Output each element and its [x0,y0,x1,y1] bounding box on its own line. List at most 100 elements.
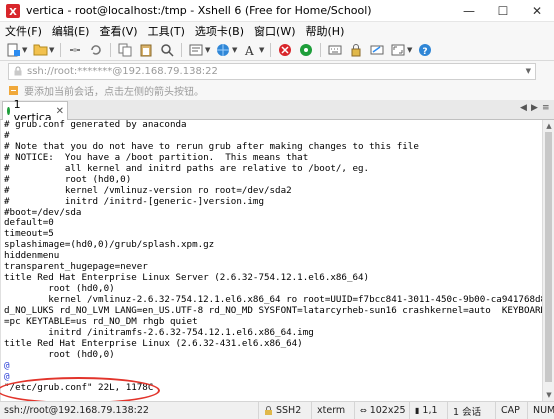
disconnect-icon[interactable] [66,42,84,58]
cursor-position-icon: ▮ [415,406,420,415]
folder-open-icon[interactable] [31,42,49,58]
terminal-line: # Note that you do not have to rerun gru… [4,141,419,152]
new-session-icon[interactable] [4,42,22,58]
terminal-line: title Red Hat Enterprise Linux (2.6.32-4… [4,338,303,349]
copy-icon[interactable] [116,42,134,58]
chevron-down-icon[interactable]: ▼ [205,46,211,54]
status-bar: ssh://root@192.168.79.138:22 SSH2 xterm … [0,401,554,419]
terminal-screen[interactable]: # grub.conf generated by anaconda # # Note… [0,120,554,401]
globe-icon[interactable] [214,42,232,58]
close-icon[interactable]: ✕ [56,106,64,117]
vertical-scrollbar[interactable]: ▲ ▼ [542,120,554,401]
menu-file[interactable]: 文件(F) [0,23,47,39]
terminal-line: #boot=/dev/sda [4,207,82,218]
terminal-line: title Red Hat Enterprise Linux Server (2… [4,273,370,284]
terminal-line: root (hd0,0) [4,349,115,360]
toolbar-divider [270,42,271,57]
properties-icon[interactable] [187,42,205,58]
minimize-button[interactable]: — [452,0,486,22]
menu-window[interactable]: 窗口(W) [249,23,300,39]
menu-view[interactable]: 查看(V) [94,23,142,39]
connection-status-icon [7,107,10,115]
terminal-line: # initrd /initrd-[generic-]version.img [4,196,264,207]
keyboard-icon[interactable] [326,42,344,58]
toolbar: ▼ ▼ ▼ ▼ A ▼ ▼ ? [0,39,554,61]
title-bar: X vertica - root@localhost:/tmp - Xshell… [0,0,554,22]
lock-icon[interactable] [347,42,365,58]
terminal-line: =pc KEYTABLE=us rd_NO_DM rhgb quiet [4,316,198,327]
tab-bar: 1 vertica ✕ ◀ ▶ ≡ [0,98,554,124]
terminal-line: # kernel /vmlinuz-version ro root=/dev/s… [4,185,292,196]
tab-vertica[interactable]: 1 vertica ✕ [2,98,68,124]
toolbar-divider [320,42,321,57]
terminal-line: transparent_hugepage=never [4,262,148,273]
chevron-down-icon[interactable]: ▼ [526,67,531,75]
chevron-left-icon[interactable]: ◀ [520,103,527,113]
terminal-line: # [4,130,10,141]
session-note-text: 要添加当前会话，点击左侧的箭头按钮。 [24,87,204,98]
svg-text:?: ? [422,47,427,57]
status-term: xterm [311,401,354,419]
terminal-line: # NOTICE: You have a /boot partition. Th… [4,152,309,163]
svg-text:X: X [9,7,17,18]
address-input[interactable]: ssh://root:*******@192.168.79.138:22 ▼ [8,62,536,80]
terminal-line: # grub.conf generated by anaconda [4,120,187,130]
status-size-text: 102x25 [369,405,406,416]
terminal-line: "/etc/grub.conf" 22L, 1178C [4,382,154,393]
status-sessions-text: 1 会话 [453,406,482,418]
fullscreen-icon[interactable] [389,42,407,58]
menu-bar: 文件(F) 编辑(E) 查看(V) 工具(T) 选项卡(B) 窗口(W) 帮助(… [0,22,554,39]
status-caps-text: CAP [501,405,520,416]
font-icon[interactable]: A [241,42,259,58]
terminal-line: hiddenmenu [4,251,60,262]
status-term-text: xterm [317,405,346,416]
find-icon[interactable] [158,42,176,58]
paste-icon[interactable] [137,42,155,58]
terminal-line: # root (hd0,0) [4,174,132,185]
compose-icon[interactable] [368,42,386,58]
terminal-line: d_NO_LUKS rd_NO_LVM LANG=en_US.UTF-8 rd_… [4,305,554,316]
status-num: NUM [527,401,554,419]
menu-tab[interactable]: 选项卡(B) [190,23,249,39]
chevron-down-icon[interactable]: ▼ [232,46,238,54]
scroll-down-icon[interactable]: ▼ [543,389,554,401]
chevron-right-icon[interactable]: ▶ [531,103,538,113]
menu-edit[interactable]: 编辑(E) [47,23,95,39]
scroll-up-icon[interactable]: ▲ [543,120,554,132]
chevron-down-icon[interactable]: ▼ [407,46,413,54]
window-title: vertica - root@localhost:/tmp - Xshell 6… [26,4,372,17]
terminal-line: kernel /vmlinuz-2.6.32-754.12.1.el6.x86_… [4,295,554,305]
status-cursor-text: 1,1 [422,405,438,416]
status-connection-text: ssh://root@192.168.79.138:22 [4,405,149,416]
toolbar-divider [110,42,111,57]
maximize-button[interactable]: ☐ [486,0,520,22]
close-button[interactable]: ✕ [520,0,554,22]
lock-icon [265,406,272,415]
terminal-line: splashimage=(hd0,0)/grub/splash.xpm.gz [4,240,215,251]
reconnect-icon[interactable] [87,42,105,58]
tab-menu-icon[interactable]: ≡ [542,103,550,113]
chevron-down-icon[interactable]: ▼ [259,46,265,54]
chevron-down-icon[interactable]: ▼ [22,46,28,54]
address-text: ssh://root:*******@192.168.79.138:22 [27,65,218,77]
lock-icon [14,66,22,76]
terminal-output: # grub.conf generated by anaconda # # Note… [1,120,554,393]
chevron-down-icon[interactable]: ▼ [49,46,55,54]
menu-tools[interactable]: 工具(T) [143,23,190,39]
status-protocol-text: SSH2 [276,405,302,416]
toolbar-divider [60,42,61,57]
xftp-icon[interactable] [276,42,294,58]
toolbar-divider [181,42,182,57]
menu-help[interactable]: 帮助(H) [301,23,350,39]
session-bookmark-icon[interactable] [8,85,19,96]
status-caps: CAP [495,401,527,419]
help-icon[interactable]: ? [416,42,434,58]
status-num-text: NUM [533,405,554,416]
xmanager-icon[interactable] [297,42,315,58]
terminal-line: default=0 [4,218,54,229]
status-sessions: 1 会话 [447,401,495,419]
terminal-line: root (hd0,0) [4,284,115,295]
status-size: ⇔ 102x25 [354,401,409,419]
terminal-line: @ [4,360,10,371]
scroll-thumb[interactable] [545,132,552,382]
